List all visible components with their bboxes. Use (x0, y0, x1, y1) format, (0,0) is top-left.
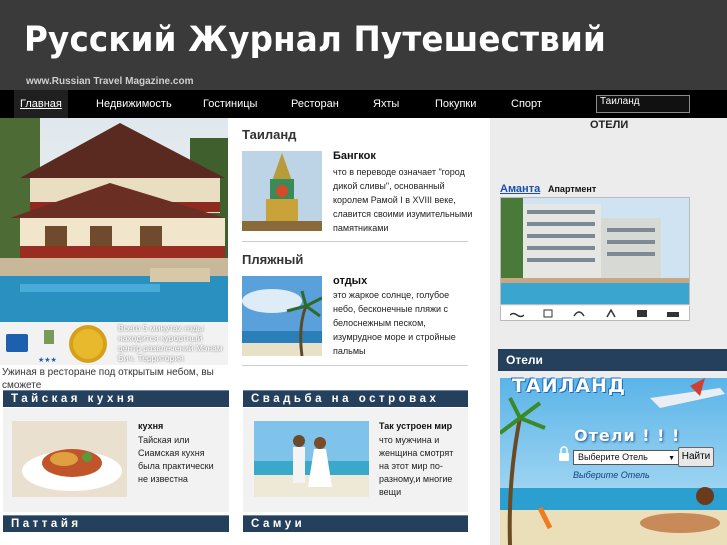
hotel-select[interactable]: Выберите Отель ▼ (573, 450, 679, 465)
pool-icon (509, 312, 524, 317)
suitcase-icon (6, 334, 28, 352)
nav-item-sport[interactable]: Спорт (511, 90, 542, 118)
phone-icon (573, 310, 585, 316)
wifi-icon (543, 309, 553, 317)
bar-thai-cuisine[interactable]: Тайская кухня (3, 390, 229, 407)
select-hint: Выберите Отель (573, 470, 650, 480)
nav-item-restaurant[interactable]: Ресторан (291, 90, 339, 118)
section-title-beach[interactable]: Пляжный (242, 252, 303, 267)
gym-icon (605, 308, 616, 317)
search-input[interactable]: Таиланд (596, 95, 690, 113)
promo-text: Всего 5 минутах езды находится курортный… (118, 323, 223, 363)
hotel-photo[interactable] (500, 197, 690, 305)
bar-samui[interactable]: Самуи (243, 515, 468, 532)
amenities-row (500, 306, 690, 321)
divider (242, 365, 468, 366)
hotel-link-amanta[interactable]: Аманта (500, 183, 540, 195)
bar-pattaya[interactable]: Паттайя (3, 515, 229, 532)
site-title[interactable]: Русский Журнал Путешествий (24, 20, 606, 60)
hotel-select-value: Выберите Отель (578, 452, 648, 462)
nav-item-home[interactable]: Главная (14, 90, 68, 118)
section-title-thailand[interactable]: Таиланд (242, 127, 296, 142)
bed-icon (667, 311, 680, 317)
bar-island-wedding[interactable]: Свадьба на островах (243, 390, 468, 407)
hotels-bar[interactable]: Отели (498, 349, 727, 371)
article-title-wedding[interactable]: Так устроен мир (379, 421, 452, 431)
hotel-building-icon (44, 330, 54, 344)
nav-item-real-estate[interactable]: Недвижимость (96, 90, 172, 118)
article-title-cuisine[interactable]: кухня (138, 421, 163, 431)
hotel-type: Апартмент (548, 184, 597, 194)
resort-photo[interactable] (0, 118, 228, 322)
tv-icon (636, 309, 647, 317)
chevron-down-icon: ▼ (668, 455, 675, 462)
article-title-beach[interactable]: отдых (333, 275, 367, 287)
banner-title: ТАИЛАНД (512, 375, 626, 397)
banner-subtitle: Отели ! ! ! (574, 426, 681, 445)
nav-item-yachts[interactable]: Яхты (373, 90, 399, 118)
nav-item-shopping[interactable]: Покупки (435, 90, 476, 118)
promo-strip: ★★★ Всего 5 минутах езды находится курор… (0, 322, 228, 365)
lock-icon (559, 446, 569, 461)
article-text-beach: это жаркое солнце, голубое небо, бесконе… (333, 290, 456, 356)
article-title-bangkok[interactable]: Бангкок (333, 150, 376, 162)
article-text-wedding: что мужчина и женщина смотрят на этот ми… (379, 435, 454, 497)
temple-guardian-image[interactable] (242, 151, 322, 231)
dish-image[interactable] (12, 421, 127, 497)
svg-text:★★★: ★★★ (38, 356, 57, 364)
search-hotel-button[interactable]: Найти (678, 447, 714, 467)
site-header: Русский Журнал Путешествий www.Russian T… (0, 0, 727, 90)
hotels-heading: ОТЕЛИ (590, 119, 629, 131)
wedding-couple-image[interactable] (254, 421, 369, 497)
article-text-cuisine: Тайская или Сиамская кухня была практиче… (138, 435, 214, 484)
divider (242, 241, 468, 242)
site-url: www.Russian Travel Magazine.com (26, 76, 194, 87)
article-text-bangkok: что в переводе означает "город дикой сли… (333, 167, 473, 233)
nav-item-hotels[interactable]: Гостиницы (203, 90, 257, 118)
beach-palm-image[interactable] (242, 276, 322, 356)
photo-caption: Ужиная в ресторане под открытым небом, в… (2, 367, 214, 391)
